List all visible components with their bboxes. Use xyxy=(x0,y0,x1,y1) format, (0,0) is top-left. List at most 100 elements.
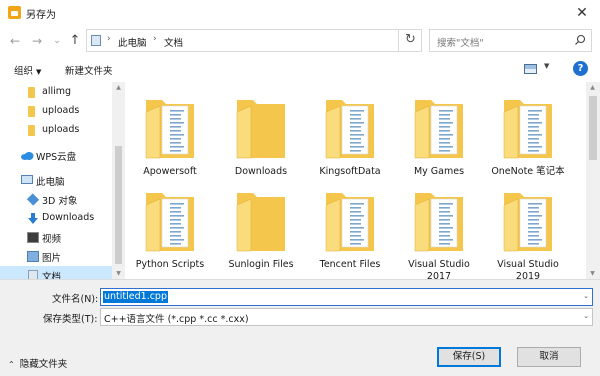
sidebar-item-3d-objects[interactable]: 3D 对象 xyxy=(0,190,112,209)
folder-icon xyxy=(236,100,285,159)
caret-down-icon: ▼ xyxy=(36,68,42,76)
folder-name: Sunlogin Files xyxy=(228,259,294,270)
back-button[interactable]: ← xyxy=(8,32,22,50)
navigation-pane-scrollbar[interactable]: ▲ ▼ xyxy=(112,82,125,279)
filename-input[interactable]: untitled1.cpp ⌄ xyxy=(100,288,593,306)
folder-item[interactable]: KingsoftData xyxy=(306,86,394,180)
navigation-pane[interactable]: allimg uploads uploads WPS云盘 此电脑 3D 对象 D… xyxy=(0,82,112,279)
scrollbar-thumb[interactable] xyxy=(589,96,597,160)
folder-name: KingsoftData xyxy=(319,166,381,177)
3d-objects-icon xyxy=(26,193,40,206)
scroll-down-icon[interactable]: ▼ xyxy=(112,270,125,277)
forward-button[interactable]: → xyxy=(30,32,44,50)
navigation-bar: ← → ⌄ ↑ › 此电脑 › 文档 ⌄ 搜索"文档" xyxy=(0,26,600,56)
folder-icon xyxy=(236,193,285,252)
folder-name: Visual Studio 2017 xyxy=(408,259,470,279)
folder-item[interactable]: Visual Studio 2017 xyxy=(395,179,483,279)
scroll-up-icon[interactable]: ▲ xyxy=(112,84,125,91)
sidebar-item-wps-cloud[interactable]: WPS云盘 xyxy=(0,146,112,165)
cloud-icon xyxy=(21,152,34,160)
folder-name: My Games xyxy=(413,166,465,177)
scrollbar-thumb[interactable] xyxy=(115,146,122,264)
folder-item[interactable]: Apowersoft xyxy=(126,86,214,180)
hide-folders-toggle[interactable]: ⌃ 隐藏文件夹 xyxy=(8,356,67,370)
computer-icon xyxy=(21,175,33,184)
picture-icon xyxy=(27,251,39,262)
folder-item[interactable]: Downloads xyxy=(217,86,305,180)
breadcrumb-documents[interactable]: 文档 xyxy=(164,35,183,49)
title-bar: 另存为 ✕ xyxy=(0,0,600,26)
filetype-select[interactable]: C++语言文件 (*.cpp *.cc *.cxx) ⌄ xyxy=(100,308,593,326)
folder-name: OneNote 笔记本 xyxy=(491,166,565,177)
sidebar-item-label: Downloads xyxy=(42,212,95,223)
filename-value: untitled1.cpp xyxy=(103,291,168,303)
folder-item[interactable]: My Games xyxy=(395,86,483,180)
address-bar[interactable]: › 此电脑 › 文档 ⌄ xyxy=(86,29,469,52)
folder-item[interactable]: Sunlogin Files xyxy=(217,179,305,273)
sidebar-item-pictures[interactable]: 图片 xyxy=(0,247,112,266)
sidebar-item-label: allimg xyxy=(42,86,72,97)
search-icon[interactable] xyxy=(574,34,586,46)
folder-item[interactable]: Python Scripts xyxy=(126,179,214,273)
change-view-button[interactable]: ▼ xyxy=(524,62,554,76)
toolbar: 组织 ▼ 新建文件夹 ▼ xyxy=(0,58,600,80)
filetype-value: C++语言文件 (*.cpp *.cc *.cxx) xyxy=(104,314,249,325)
filetype-label: 保存类型(T): xyxy=(43,314,98,325)
recent-locations-button[interactable]: ⌄ xyxy=(50,32,64,50)
folder-icon xyxy=(28,125,35,136)
sidebar-item-label: 3D 对象 xyxy=(42,196,78,207)
save-form: 文件名(N): untitled1.cpp ⌄ 保存类型(T): C++语言文件… xyxy=(0,279,600,376)
search-box[interactable]: 搜索"文档" xyxy=(429,29,592,52)
refresh-button[interactable]: ↻ xyxy=(398,30,422,52)
folder-icon xyxy=(325,193,374,252)
sidebar-item-label: 此电脑 xyxy=(36,177,65,188)
sidebar-item-downloads[interactable]: Downloads xyxy=(0,209,112,228)
sidebar-item-this-pc[interactable]: 此电脑 xyxy=(0,171,112,190)
sidebar-item-label: uploads xyxy=(42,124,80,135)
sidebar-item-label: uploads xyxy=(42,105,80,116)
sidebar-item-uploads[interactable]: uploads xyxy=(0,102,112,121)
folder-icon xyxy=(503,193,552,252)
folder-item[interactable]: OneNote 笔记本 xyxy=(484,86,572,180)
path-separator[interactable]: › xyxy=(153,34,157,44)
download-icon xyxy=(28,213,38,224)
window-title: 另存为 xyxy=(26,10,56,21)
computer-icon xyxy=(91,35,101,46)
chevron-down-icon: ⌄ xyxy=(583,312,589,320)
search-placeholder: 搜索"文档" xyxy=(437,38,484,49)
organize-button[interactable]: 组织 ▼ xyxy=(14,63,41,77)
path-separator[interactable]: › xyxy=(107,34,111,44)
folder-icon xyxy=(503,100,552,159)
new-folder-button[interactable]: 新建文件夹 xyxy=(65,63,113,77)
scroll-up-icon[interactable]: ▲ xyxy=(586,84,599,91)
file-list[interactable]: Apowersoft Downloads KingsoftData My Games O… xyxy=(126,82,586,279)
chevron-up-icon: ⌃ xyxy=(8,360,15,369)
sidebar-item-label: 文档 xyxy=(42,272,62,279)
folder-icon xyxy=(414,100,463,159)
up-button[interactable]: ↑ xyxy=(68,32,82,50)
hide-folders-label: 隐藏文件夹 xyxy=(19,359,68,370)
file-list-scrollbar[interactable]: ▲ ▼ xyxy=(586,82,600,279)
sidebar-item-uploads[interactable]: uploads xyxy=(0,121,112,140)
help-button[interactable]: ? xyxy=(573,61,588,76)
sidebar-item-label: 图片 xyxy=(42,253,62,264)
folder-icon xyxy=(28,87,35,98)
cancel-button[interactable]: 取消 xyxy=(517,347,581,367)
organize-label: 组织 xyxy=(14,66,34,77)
folder-item[interactable]: Tencent Files xyxy=(306,179,394,273)
close-button[interactable]: ✕ xyxy=(572,3,592,23)
folder-icon xyxy=(145,193,194,252)
sidebar-item-documents[interactable]: 文档 xyxy=(0,266,112,279)
folder-item[interactable]: Visual Studio 2019 xyxy=(484,179,572,279)
sidebar-item-allimg[interactable]: allimg xyxy=(0,83,112,102)
sidebar-item-videos[interactable]: 视频 xyxy=(0,228,112,247)
folder-icon xyxy=(145,100,194,159)
folder-name: Apowersoft xyxy=(143,166,197,177)
breadcrumb-this-pc[interactable]: 此电脑 xyxy=(118,35,147,49)
save-button[interactable]: 保存(S) xyxy=(437,347,501,367)
view-icon xyxy=(524,64,537,74)
scroll-down-icon[interactable]: ▼ xyxy=(586,270,599,277)
chevron-down-icon[interactable]: ⌄ xyxy=(583,292,589,300)
folder-icon xyxy=(325,100,374,159)
sidebar-item-label: 视频 xyxy=(42,234,62,245)
